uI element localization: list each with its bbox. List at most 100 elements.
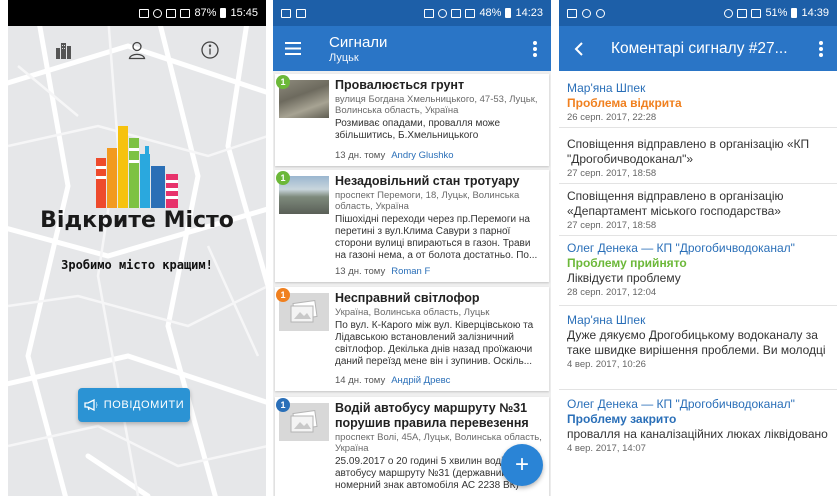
add-signal-button[interactable]: + — [501, 444, 543, 486]
comment-text: Дуже дякуємо Дрогобицькому водоканалу за… — [567, 328, 826, 357]
signal-author[interactable]: Andry Glushko — [391, 150, 453, 161]
signal-card[interactable]: 1 Провалюється грунт вулиця Богдана Хмел… — [275, 74, 549, 166]
status-bar: 51% 14:39 — [559, 0, 837, 26]
signal-meta: 14 дн. тому Андрій Древс — [335, 375, 450, 386]
signal-description: По вул. К-Карого між вул. Ківерцівською … — [335, 320, 534, 367]
signal-address: проспект Перемоги, 18, Луцьк, Волинська … — [335, 190, 520, 212]
battery-percent: 48% — [479, 7, 502, 19]
comment-date: 4 вер. 2017, 14:07 — [567, 443, 646, 454]
signal-icon — [465, 8, 476, 18]
status-bar: 48% 14:23 — [273, 0, 551, 26]
comment-item: Олег Денека — КП "Дрогобичводоканал" Про… — [567, 397, 829, 454]
signal-author[interactable]: Roman F — [391, 266, 430, 277]
comment-author[interactable]: Мар'яна Шпек — [567, 313, 829, 328]
menu-button[interactable] — [273, 26, 313, 71]
app-name: Відкрите Місто — [40, 208, 234, 233]
clock: 15:45 — [230, 7, 258, 19]
signal-description: Пішохідні переходи через пр.Перемоги на … — [335, 214, 538, 261]
shield-icon — [582, 8, 591, 18]
screen-comments: 51% 14:39 Коментарі сигналу #27... Мар'я… — [559, 0, 837, 496]
signal-address: Україна, Волинська область, Луцьк — [335, 307, 490, 318]
hamburger-icon — [285, 42, 301, 55]
comment-item: Олег Денека — КП "Дрогобичводоканал" Про… — [567, 241, 829, 298]
gallery-icon — [567, 8, 577, 18]
comment-text: Ліквідуєти проблему — [567, 271, 681, 285]
comment-text: Сповіщення відправлено в організацію «КП… — [567, 137, 810, 166]
battery-percent: 51% — [765, 7, 788, 19]
comment-status: Проблема відкрита — [567, 96, 682, 110]
open-city-logo — [96, 126, 178, 208]
comment-date: 27 серп. 2017, 18:58 — [567, 220, 657, 231]
signal-author[interactable]: Андрій Древс — [391, 375, 450, 386]
mute-icon — [139, 8, 150, 18]
image-placeholder-icon — [290, 410, 318, 433]
more-options-icon[interactable] — [527, 38, 543, 60]
page-title: Сигнали — [329, 33, 388, 51]
divider — [559, 183, 837, 184]
signal-meta: 13 дн. тому Roman F — [335, 266, 430, 277]
comment-date: 28 серп. 2017, 12:04 — [567, 287, 657, 298]
info-icon[interactable] — [200, 40, 220, 60]
signal-title: Незадовільний стан тротуару — [335, 174, 520, 188]
signal-age: 13 дн. тому — [335, 150, 386, 161]
alarm-icon — [153, 8, 163, 18]
image-placeholder-icon — [290, 300, 318, 323]
signal-icon — [751, 8, 762, 18]
screen-home: 87% 15:45 Відкрите Місто Зробимо місто к… — [8, 0, 266, 496]
comment-item: Мар'яна Шпек Дуже дякуємо Дрогобицькому … — [567, 313, 829, 370]
city-icon[interactable] — [54, 40, 74, 60]
mute-icon — [424, 8, 435, 18]
app-bar: Сигнали Луцьк — [273, 26, 551, 71]
alarm-icon — [724, 8, 734, 18]
gallery-icon — [281, 8, 291, 18]
signal-title: Несправний світлофор — [335, 291, 480, 305]
comment-date: 26 серп. 2017, 22:28 — [567, 112, 657, 123]
chevron-left-icon — [574, 41, 583, 56]
clock: 14:39 — [801, 7, 829, 19]
comment-status: Проблему прийнято — [567, 256, 687, 270]
comment-date: 27 серп. 2017, 18:58 — [567, 168, 657, 179]
app-slogan: Зробимо місто кращим! — [61, 258, 213, 272]
comment-item: Мар'яна Шпек Проблема відкрита 26 серп. … — [567, 81, 829, 123]
comment-item: Сповіщення відправлено в організацію «КП… — [567, 137, 829, 179]
divider — [559, 305, 837, 306]
signal-age: 13 дн. тому — [335, 266, 386, 277]
battery-icon — [220, 8, 227, 18]
wifi-icon — [166, 8, 177, 18]
comment-count-badge: 1 — [276, 288, 290, 302]
comment-count-badge: 1 — [276, 75, 290, 89]
city-subtitle[interactable]: Луцьк — [329, 52, 387, 64]
comment-count-badge: 1 — [276, 398, 290, 412]
back-button[interactable] — [559, 41, 599, 56]
more-options-icon[interactable] — [813, 38, 829, 60]
comment-count-badge: 1 — [276, 171, 290, 185]
divider — [559, 389, 837, 390]
report-button[interactable]: ПОВІДОМИТИ — [78, 388, 190, 422]
signal-meta: 13 дн. тому Andry Glushko — [335, 150, 454, 161]
screen-signals: 48% 14:23 Сигнали Луцьк 1 Провалюється г… — [273, 0, 551, 496]
page-title: Коментарі сигналу #27... — [611, 39, 788, 57]
vibrate-icon — [737, 8, 748, 18]
megaphone-icon — [84, 399, 98, 411]
signal-age: 14 дн. тому — [335, 375, 386, 386]
battery-percent: 87% — [194, 7, 217, 19]
comment-text: провалля на каналізаційних люках ліквідо… — [567, 427, 828, 441]
user-icon[interactable] — [127, 40, 147, 60]
report-button-label: ПОВІДОМИТИ — [103, 399, 185, 411]
divider — [559, 127, 837, 128]
signal-card[interactable]: 1 Несправний світлофор Україна, Волинськ… — [275, 287, 549, 391]
divider — [559, 235, 837, 236]
signal-list[interactable]: 1 Провалюється грунт вулиця Богдана Хмел… — [273, 71, 551, 496]
comment-author[interactable]: Олег Денека — КП "Дрогобичводоканал" — [567, 241, 829, 256]
signal-title: Провалюється грунт — [335, 78, 465, 92]
wifi-icon — [451, 8, 462, 18]
signal-icon — [180, 8, 191, 18]
comment-author[interactable]: Олег Денека — КП "Дрогобичводоканал" — [567, 397, 829, 412]
signal-description: Розмиває опадами, провалля може збільшит… — [335, 118, 501, 141]
signal-card[interactable]: 1 Незадовільний стан тротуару проспект П… — [275, 170, 549, 282]
alarm-icon — [438, 8, 448, 18]
shield-icon — [596, 8, 605, 18]
app-bar: Коментарі сигналу #27... — [559, 26, 837, 71]
comment-date: 4 вер. 2017, 10:26 — [567, 359, 646, 370]
comment-author[interactable]: Мар'яна Шпек — [567, 81, 829, 96]
